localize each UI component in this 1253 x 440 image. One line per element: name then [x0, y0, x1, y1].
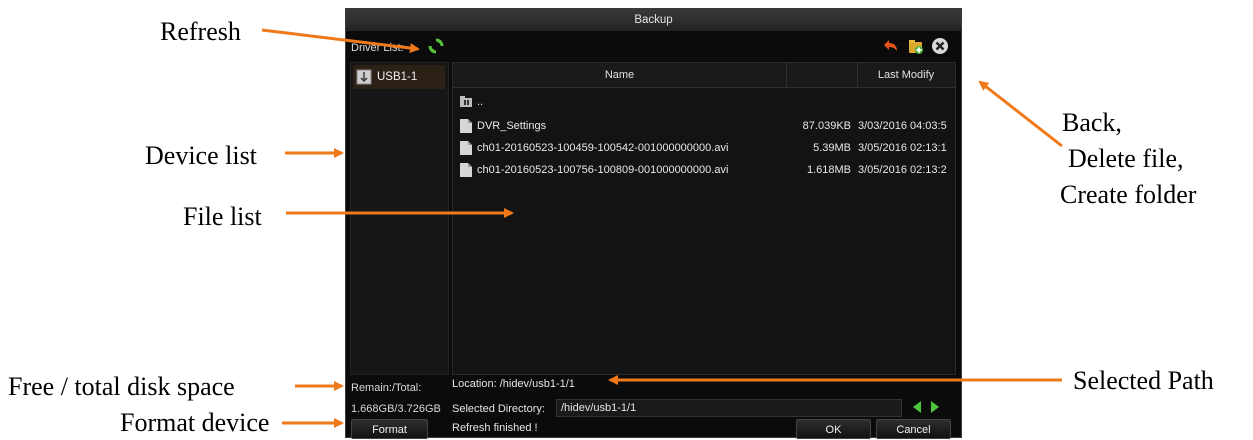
file-modified: 3/05/2016 02:13:2 [858, 164, 947, 176]
file-size: 5.39MB [813, 142, 851, 154]
annotation-file-list: File list [183, 202, 262, 231]
delete-icon[interactable] [931, 37, 949, 55]
window-title: Backup [346, 9, 961, 31]
cancel-button[interactable]: Cancel [876, 419, 951, 439]
arrow-back [978, 80, 1063, 148]
format-button[interactable]: Format [351, 419, 428, 439]
location-path: Location: /hidev/usb1-1/1 [452, 378, 575, 390]
file-icon [460, 119, 472, 133]
back-icon[interactable] [883, 37, 901, 55]
annotation-refresh: Refresh [160, 17, 241, 46]
remain-total-value: 1.668GB/3.726GB [351, 403, 441, 415]
table-row[interactable]: ch01-20160523-100756-100809-001000000000… [453, 159, 955, 181]
file-name: ch01-20160523-100756-100809-001000000000… [477, 164, 729, 176]
annotation-free-total: Free / total disk space [8, 372, 235, 401]
file-size: 87.039KB [802, 120, 851, 132]
file-size: 1.618MB [806, 164, 851, 176]
table-row[interactable]: DVR_Settings 87.039KB 3/03/2016 04:03:5 [453, 115, 955, 137]
annotation-delete: Delete file, [1068, 144, 1184, 173]
backup-window: Backup Driver List: USB1-1 Name Last Mod… [345, 8, 962, 439]
device-item-usb1-1[interactable]: USB1-1 [353, 65, 445, 89]
column-header-size[interactable] [787, 63, 858, 87]
table-row[interactable]: ch01-20160523-100459-100542-001000000000… [453, 137, 955, 159]
file-modified: 3/03/2016 04:03:5 [858, 120, 947, 132]
file-icon [460, 163, 472, 177]
top-toolbar [883, 37, 949, 55]
annotation-format: Format device [120, 408, 270, 437]
file-list: Name Last Modify .. DVR_Settings 87.039K… [452, 62, 956, 375]
file-icon [460, 141, 472, 155]
status-text: Refresh finished ! [452, 422, 538, 434]
annotation-selected-path: Selected Path [1073, 366, 1214, 395]
device-label: USB1-1 [377, 71, 418, 83]
ok-button[interactable]: OK [796, 419, 871, 439]
annotation-back: Back, [1062, 108, 1122, 137]
file-modified: 3/05/2016 02:13:1 [858, 142, 947, 154]
file-name: ch01-20160523-100459-100542-001000000000… [477, 142, 729, 154]
selected-directory-field[interactable]: /hidev/usb1-1/1 [556, 399, 902, 417]
remain-total-label: Remain:/Total: [351, 382, 422, 394]
file-name: .. [477, 96, 484, 108]
column-header-last-modify[interactable]: Last Modify [858, 63, 954, 87]
annotation-create-folder: Create folder [1060, 180, 1197, 209]
column-header-name[interactable]: Name [453, 63, 787, 87]
folder-up-icon [460, 96, 472, 107]
create-folder-icon[interactable] [907, 37, 925, 55]
selected-directory-label: Selected Directory: [452, 403, 545, 415]
prev-arrow-icon[interactable] [913, 401, 921, 413]
file-list-header: Name Last Modify [453, 63, 955, 88]
file-name: DVR_Settings [477, 120, 547, 132]
driver-list-label: Driver List: [351, 42, 404, 54]
refresh-icon[interactable] [428, 38, 444, 54]
annotation-device-list: Device list [145, 141, 257, 170]
directory-nav [913, 401, 939, 413]
next-arrow-icon[interactable] [931, 401, 939, 413]
device-list: USB1-1 [350, 62, 449, 375]
usb-drive-icon [356, 69, 372, 85]
table-row[interactable]: .. [453, 91, 955, 113]
